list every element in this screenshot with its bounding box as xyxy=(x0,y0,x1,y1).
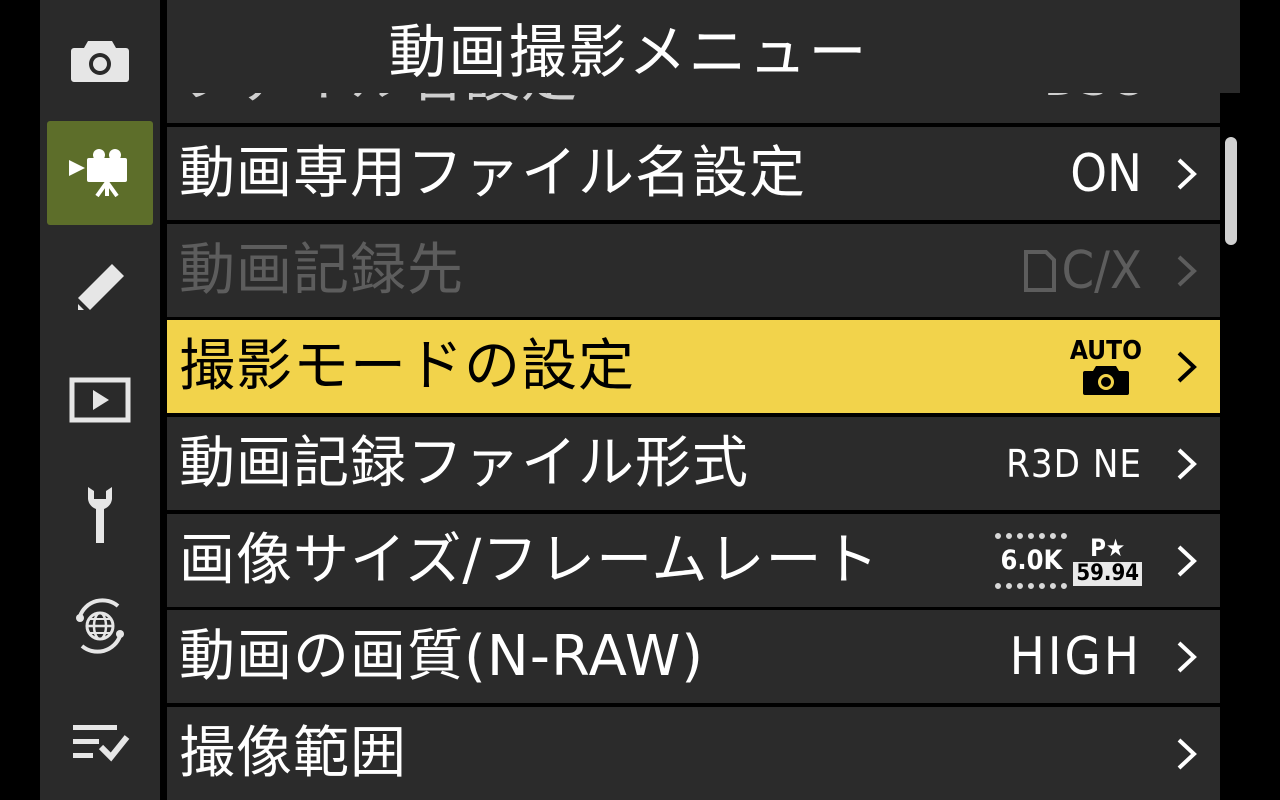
menu-list: ファイル名設定 DSC 動画専用ファイル名設定 ON 動画記録先 C/X 撮影モ… xyxy=(167,93,1220,800)
chevron-right-icon xyxy=(1176,127,1206,220)
menu-item-label: 画像サイズ/フレームレート xyxy=(179,528,880,593)
menu-header: 動画撮影メニュー xyxy=(167,0,1240,93)
menu-item-label: 撮像範囲 xyxy=(179,721,407,786)
menu-item-shooting-mode[interactable]: 撮影モードの設定 AUTO xyxy=(167,320,1220,413)
chevron-right-icon xyxy=(1176,514,1206,607)
menu-item-value: AUTO xyxy=(1070,320,1142,413)
menu-item-value: ON xyxy=(1070,143,1142,204)
scrollbar[interactable] xyxy=(1225,137,1237,245)
auto-mode-badge: AUTO xyxy=(1070,338,1142,396)
frame-size-value: 6.0K xyxy=(1000,545,1063,576)
tab-my-menu[interactable] xyxy=(47,690,153,794)
chevron-right-icon xyxy=(1176,224,1206,317)
menu-item-image-area[interactable]: 撮像範囲 xyxy=(167,707,1220,800)
menu-item-value: R3D NE xyxy=(1006,441,1142,486)
frame-rate-badge: P★ 59.94 xyxy=(1073,536,1142,586)
camera-icon xyxy=(1082,365,1129,395)
card-slot-icon xyxy=(1023,249,1056,292)
tab-playback[interactable] xyxy=(47,348,153,452)
destination-value: C/X xyxy=(1061,240,1143,301)
tab-movie-shooting[interactable] xyxy=(47,121,153,225)
auto-label: AUTO xyxy=(1069,335,1142,366)
menu-tab-sidebar xyxy=(40,0,160,800)
menu-item-label: 動画専用ファイル名設定 xyxy=(179,141,806,206)
my-menu-icon xyxy=(73,725,130,762)
menu-item-label: ファイル名設定 xyxy=(179,93,578,124)
menu-item-value: HIGH xyxy=(1009,626,1142,687)
movie-camera-icon xyxy=(69,149,127,198)
menu-item-movie-quality[interactable]: 動画の画質(N-RAW) HIGH xyxy=(167,610,1220,703)
tab-setup[interactable] xyxy=(47,463,153,567)
menu-item-movie-file-type[interactable]: 動画記録ファイル形式 R3D NE xyxy=(167,417,1220,510)
menu-item-label: 動画の画質(N-RAW) xyxy=(179,624,705,689)
menu-item-label: 動画記録先 xyxy=(179,238,464,303)
menu-item-value: 6.0K P★ 59.94 xyxy=(995,514,1142,607)
frame-rate-value: 59.94 xyxy=(1073,561,1142,586)
tab-photo-shooting[interactable] xyxy=(47,8,153,112)
film-strip-icon: 6.0K xyxy=(995,532,1068,589)
menu-item-label: 撮影モードの設定 xyxy=(179,334,635,399)
menu-item-file-naming[interactable]: ファイル名設定 DSC xyxy=(167,93,1220,123)
tab-network[interactable] xyxy=(47,574,153,678)
pencil-icon xyxy=(78,264,124,310)
menu-item-value: DSC xyxy=(1044,93,1142,124)
network-icon xyxy=(76,598,124,654)
priority-mark: P★ xyxy=(1090,533,1126,562)
page-title: 動画撮影メニュー xyxy=(388,17,869,86)
playback-icon xyxy=(69,377,131,423)
tab-custom-settings[interactable] xyxy=(47,236,153,340)
menu-item-movie-destination: 動画記録先 C/X xyxy=(167,224,1220,317)
chevron-right-icon xyxy=(1176,610,1206,703)
wrench-icon xyxy=(88,487,112,543)
chevron-right-icon xyxy=(1176,417,1206,510)
menu-item-frame-size-rate[interactable]: 画像サイズ/フレームレート 6.0K P★ 59.94 xyxy=(167,514,1220,607)
menu-item-value: C/X xyxy=(1022,224,1143,317)
frame-size-badge: 6.0K P★ 59.94 xyxy=(995,532,1142,589)
menu-item-label: 動画記録ファイル形式 xyxy=(179,431,749,496)
menu-item-movie-file-naming[interactable]: 動画専用ファイル名設定 ON xyxy=(167,127,1220,220)
camera-icon xyxy=(71,41,129,82)
chevron-right-icon xyxy=(1176,320,1206,413)
chevron-right-icon xyxy=(1176,707,1206,800)
